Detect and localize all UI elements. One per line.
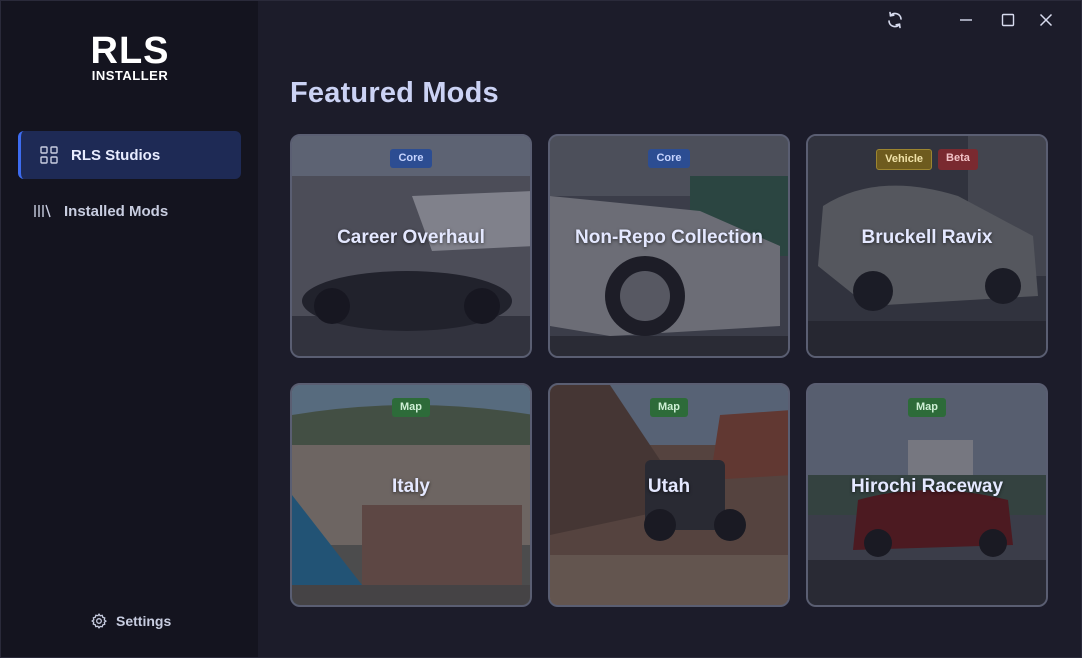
tag-badge: Map bbox=[392, 398, 430, 417]
mod-title: Career Overhaul bbox=[337, 227, 485, 248]
minimize-icon bbox=[959, 13, 973, 32]
mod-card-utah[interactable]: Map Utah bbox=[548, 383, 790, 607]
tag-list: Map bbox=[550, 398, 788, 417]
mod-title: Hirochi Raceway bbox=[850, 476, 1004, 497]
tag-badge: Map bbox=[650, 398, 688, 417]
minimize-button[interactable] bbox=[955, 11, 977, 33]
mod-card-career-overhaul[interactable]: Core Career Overhaul bbox=[290, 134, 532, 358]
tag-list: Map bbox=[292, 398, 530, 417]
maximize-button[interactable] bbox=[997, 11, 1019, 33]
sidebar-item-label: Installed Mods bbox=[64, 202, 169, 220]
app-logo: RLS INSTALLER bbox=[87, 30, 173, 83]
refresh-icon bbox=[886, 11, 904, 34]
sidebar: RLS INSTALLER RLS Studios Installed Mods bbox=[1, 1, 258, 657]
settings-button[interactable]: Settings bbox=[91, 613, 171, 629]
tag-list: Core bbox=[292, 149, 530, 168]
mod-title: Non-Repo Collection bbox=[575, 227, 763, 248]
main-content: Featured Mods Core Career Overhaul Core … bbox=[258, 1, 1081, 657]
tag-list: Core bbox=[550, 149, 788, 168]
logo-main-text: RLS bbox=[90, 30, 170, 72]
close-icon bbox=[1039, 13, 1053, 32]
tag-badge: Vehicle bbox=[876, 149, 933, 170]
sidebar-item-rls-studios[interactable]: RLS Studios bbox=[18, 131, 241, 179]
tag-badge: Map bbox=[908, 398, 946, 417]
mod-card-hirochi-raceway[interactable]: Map Hirochi Raceway bbox=[806, 383, 1048, 607]
tag-badge: Beta bbox=[938, 149, 978, 170]
tag-badge: Core bbox=[390, 149, 432, 168]
mod-card-bruckell-ravix[interactable]: Vehicle Beta Bruckell Ravix bbox=[806, 134, 1048, 358]
library-icon bbox=[32, 201, 52, 221]
tag-badge: Core bbox=[648, 149, 690, 168]
refresh-button[interactable] bbox=[884, 11, 906, 33]
tag-list: Vehicle Beta bbox=[808, 149, 1046, 170]
grid-icon bbox=[39, 145, 59, 165]
gear-icon bbox=[91, 613, 107, 629]
close-button[interactable] bbox=[1035, 11, 1057, 33]
mod-title: Italy bbox=[391, 476, 431, 497]
maximize-icon bbox=[1001, 13, 1015, 32]
sidebar-item-label: RLS Studios bbox=[71, 146, 161, 164]
logo-sub-text: INSTALLER bbox=[91, 68, 169, 83]
page-title: Featured Mods bbox=[290, 77, 499, 109]
tag-list: Map bbox=[808, 398, 1046, 417]
sidebar-item-installed-mods[interactable]: Installed Mods bbox=[18, 187, 241, 235]
mod-title: Utah bbox=[647, 476, 691, 497]
mod-card-non-repo-collection[interactable]: Core Non-Repo Collection bbox=[548, 134, 790, 358]
mod-title: Bruckell Ravix bbox=[861, 227, 993, 248]
app-window: RLS INSTALLER RLS Studios Installed Mods bbox=[0, 0, 1082, 658]
settings-label: Settings bbox=[116, 613, 172, 629]
mod-card-italy[interactable]: Map Italy bbox=[290, 383, 532, 607]
